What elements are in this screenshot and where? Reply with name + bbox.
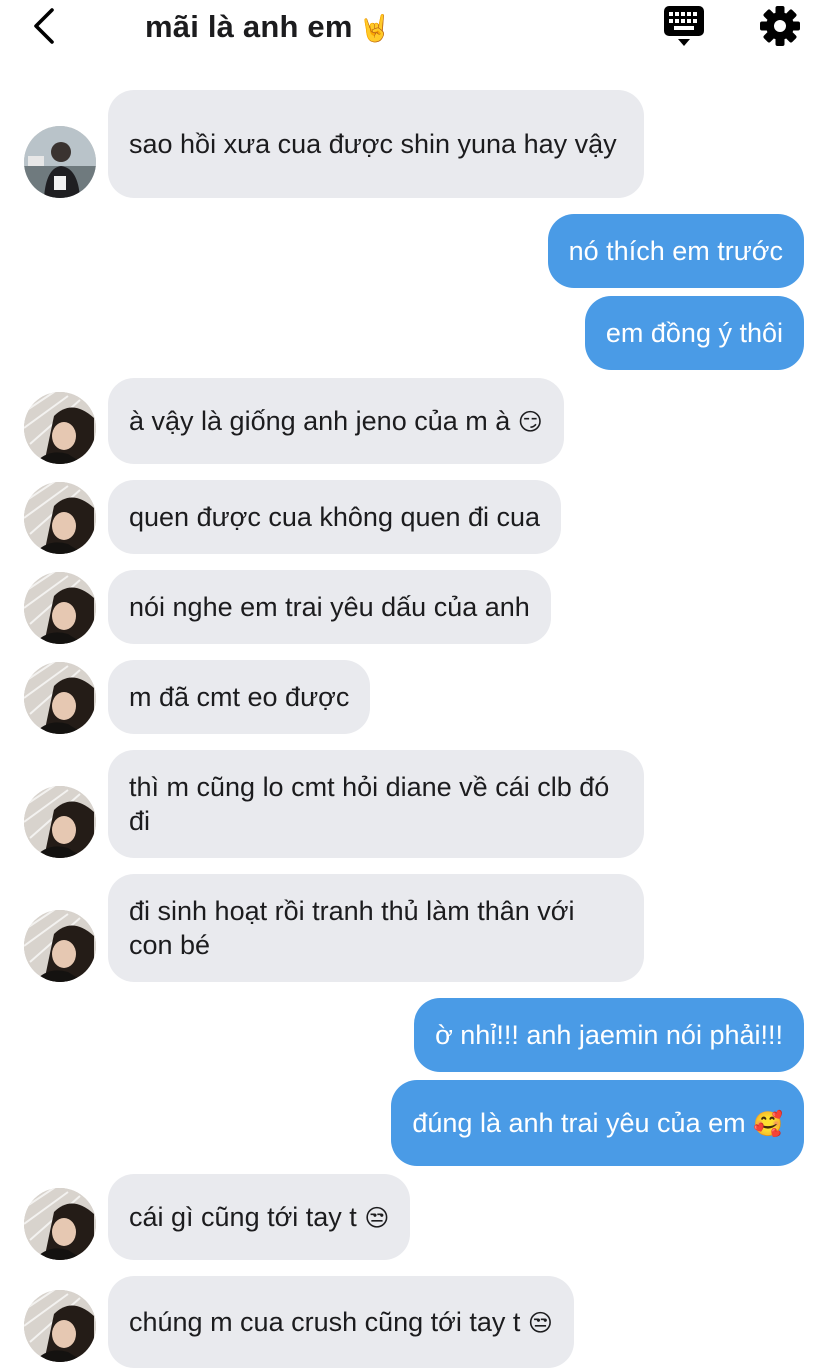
- message-text: à vậy là giống anh jeno của m à: [129, 405, 511, 436]
- avatar[interactable]: [24, 662, 96, 734]
- avatar[interactable]: [24, 392, 96, 464]
- message-text: nói nghe em trai yêu dấu của anh: [129, 592, 530, 622]
- message-bubble-outgoing[interactable]: đúng là anh trai yêu của em 🥰: [391, 1080, 804, 1166]
- message-bubble-incoming[interactable]: à vậy là giống anh jeno của m à 😏: [108, 378, 564, 464]
- message-text: ờ nhỉ!!! anh jaemin nói phải!!!: [435, 1020, 783, 1050]
- message-bubble-outgoing[interactable]: ờ nhỉ!!! anh jaemin nói phải!!!: [414, 998, 804, 1072]
- message-bubble-incoming[interactable]: m đã cmt eo được: [108, 660, 371, 734]
- chat-header: mãi là anh em 🤘: [0, 0, 828, 60]
- keyboard-button[interactable]: [662, 4, 706, 48]
- unamused-emoji: 😒: [527, 1308, 553, 1337]
- chat-title[interactable]: mãi là anh em 🤘: [145, 9, 391, 45]
- keyboard-icon: [664, 6, 704, 46]
- unamused-emoji: 😒: [364, 1203, 390, 1232]
- message-bubble-incoming[interactable]: nói nghe em trai yêu dấu của anh: [108, 570, 551, 644]
- avatar[interactable]: [24, 910, 96, 982]
- avatar[interactable]: [24, 1188, 96, 1260]
- avatar[interactable]: [24, 482, 96, 554]
- message-text: m đã cmt eo được: [129, 682, 350, 712]
- message-bubble-incoming[interactable]: chúng m cua crush cũng tới tay t 😒: [108, 1276, 574, 1368]
- avatar[interactable]: [24, 1290, 96, 1362]
- message-bubble-incoming[interactable]: đi sinh hoạt rồi tranh thủ làm thân với …: [108, 874, 644, 982]
- chevron-left-icon: [34, 8, 54, 44]
- message-bubble-incoming[interactable]: sao hồi xưa cua được shin yuna hay vậy: [108, 90, 644, 198]
- message-text: chúng m cua crush cũng tới tay t: [129, 1306, 521, 1337]
- smiling-face-with-hearts-emoji: 🥰: [753, 1109, 783, 1138]
- message-text: cái gì cũng tới tay t: [129, 1201, 357, 1232]
- avatar[interactable]: [24, 572, 96, 644]
- message-text: em đồng ý thôi: [605, 318, 783, 348]
- avatar[interactable]: [24, 786, 96, 858]
- rock-hand-emoji: 🤘: [358, 14, 392, 44]
- smirk-emoji: 😏: [517, 407, 543, 436]
- chat-title-text: mãi là anh em: [145, 9, 353, 44]
- back-button[interactable]: [28, 6, 64, 46]
- message-bubble-incoming[interactable]: thì m cũng lo cmt hỏi diane về cái clb đ…: [108, 750, 644, 858]
- message-bubble-incoming[interactable]: quen được cua không quen đi cua: [108, 480, 562, 554]
- message-text: thì m cũng lo cmt hỏi diane về cái clb đ…: [129, 772, 617, 836]
- message-text: quen được cua không quen đi cua: [129, 502, 541, 532]
- message-bubble-outgoing[interactable]: em đồng ý thôi: [584, 296, 804, 370]
- gear-icon: [760, 6, 800, 46]
- message-text: đi sinh hoạt rồi tranh thủ làm thân với …: [129, 896, 582, 960]
- message-bubble-incoming[interactable]: cái gì cũng tới tay t 😒: [108, 1174, 411, 1260]
- avatar[interactable]: [24, 126, 96, 198]
- message-text: nó thích em trước: [568, 236, 783, 266]
- message-bubble-outgoing[interactable]: nó thích em trước: [547, 214, 804, 288]
- message-text: sao hồi xưa cua được shin yuna hay vậy: [129, 129, 617, 159]
- message-text: đúng là anh trai yêu của em: [412, 1107, 746, 1138]
- settings-button[interactable]: [758, 4, 802, 48]
